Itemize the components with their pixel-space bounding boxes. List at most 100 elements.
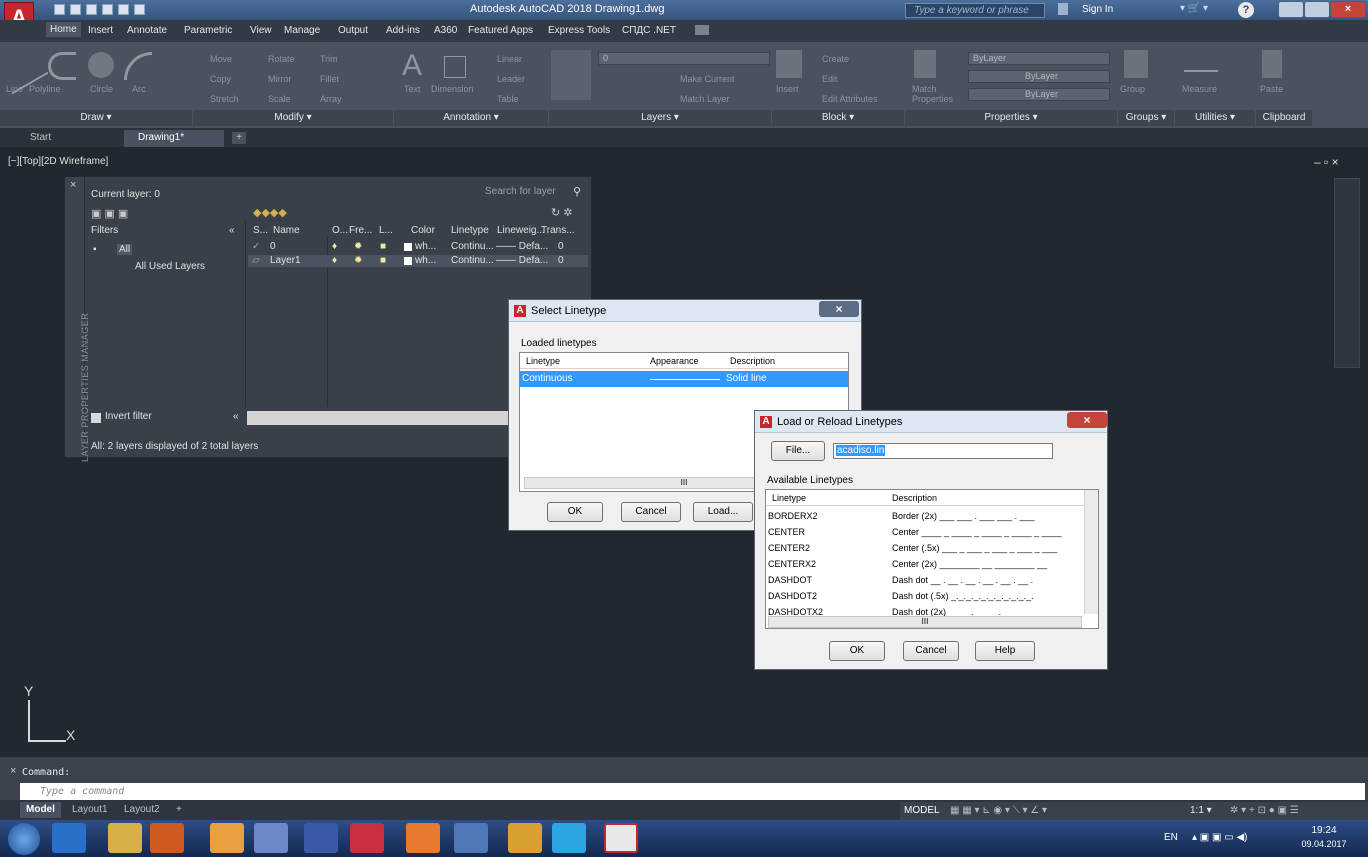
col-color[interactable]: Color xyxy=(411,225,435,236)
help-button[interactable]: Help xyxy=(975,641,1035,661)
list-item[interactable]: Continuous Solid line xyxy=(520,371,848,387)
circle-icon[interactable] xyxy=(88,52,114,78)
minimize-button[interactable] xyxy=(1278,1,1304,18)
panel-utilities[interactable]: Utilities ▾ xyxy=(1175,110,1255,126)
calculator-icon[interactable] xyxy=(454,823,488,853)
vertical-scrollbar[interactable] xyxy=(1084,490,1098,614)
file-name-field[interactable]: acadiso.lin xyxy=(833,443,1053,459)
sun-icon[interactable]: ✹ xyxy=(354,241,362,252)
autocad-taskbar-icon[interactable] xyxy=(604,823,638,853)
tab-spds-net[interactable]: СПДС .NET xyxy=(622,25,676,36)
sign-in-button[interactable]: Sign In xyxy=(1082,4,1113,15)
app15-icon[interactable] xyxy=(350,823,384,853)
list-item[interactable]: BORDERX2 Border (2x) ___ ___ . ___ ___ . … xyxy=(768,508,1078,524)
layer-linetype[interactable]: Continu... xyxy=(451,241,494,252)
annotation-scale[interactable]: 1:1 ▾ xyxy=(1190,805,1212,816)
make-current-button[interactable]: Make Current xyxy=(680,74,735,84)
panel-modify[interactable]: Modify ▾ xyxy=(193,110,393,126)
col-linetype[interactable]: Linetype xyxy=(451,225,489,236)
ok-button[interactable]: OK xyxy=(829,641,885,661)
tab-a360[interactable]: A360 xyxy=(434,25,457,36)
tab-add-ins[interactable]: Add-ins xyxy=(386,25,420,36)
linear-button[interactable]: Linear xyxy=(497,54,522,64)
table-row[interactable]: ▱ Layer1 ♦ ✹ ■ wh... Continu... —— Defa.… xyxy=(248,255,588,267)
col-name[interactable]: Name xyxy=(273,225,300,236)
tab-model[interactable]: Model xyxy=(20,802,61,818)
save-icon[interactable] xyxy=(86,4,97,15)
list-item[interactable]: DASHDOT2 Dash dot (.5x) _._._._._._._._._… xyxy=(768,588,1078,604)
new-filter-icons[interactable]: ▣ ▣ ▣ xyxy=(91,207,131,220)
chrome-icon[interactable] xyxy=(210,823,244,853)
fillet-button[interactable]: Fillet xyxy=(320,74,339,84)
lineweight-combo[interactable]: ByLayer xyxy=(968,88,1110,101)
cancel-button[interactable]: Cancel xyxy=(621,502,681,522)
search-input[interactable]: Type a keyword or phrase xyxy=(905,3,1045,18)
tab-start[interactable]: Start xyxy=(16,130,65,147)
panel-block[interactable]: Block ▾ xyxy=(772,110,904,126)
color-swatch[interactable] xyxy=(404,257,412,265)
ok-button[interactable]: OK xyxy=(547,502,603,522)
panel-layers[interactable]: Layers ▾ xyxy=(549,110,771,126)
scale-button[interactable]: Scale xyxy=(268,94,291,104)
trim-button[interactable]: Trim xyxy=(320,54,338,64)
match-properties-icon[interactable] xyxy=(914,50,936,78)
navigation-bar[interactable] xyxy=(1334,178,1360,368)
model-space-button[interactable]: MODEL xyxy=(904,805,940,816)
available-linetypes-list[interactable]: Linetype Description BORDERX2 Border (2x)… xyxy=(765,489,1099,629)
panel-properties[interactable]: Properties ▾ xyxy=(905,110,1117,126)
edit-block-button[interactable]: Edit xyxy=(822,74,838,84)
lock-icon[interactable]: ■ xyxy=(380,241,386,252)
layer-combo[interactable]: 0 xyxy=(598,52,770,65)
tray-icons[interactable]: ▴ ▣ ▣ ▭ ◀) xyxy=(1192,832,1248,843)
list-item[interactable]: DASHDOT Dash dot __ . __ . __ . __ . __ .… xyxy=(768,572,1078,588)
plot-icon[interactable] xyxy=(118,4,129,15)
panel-groups[interactable]: Groups ▾ xyxy=(1118,110,1174,126)
mirror-button[interactable]: Mirror xyxy=(268,74,292,84)
new-tab-icon[interactable]: + xyxy=(232,132,246,144)
ribbon-toggle-icon[interactable] xyxy=(695,25,709,35)
maximize-button[interactable] xyxy=(1304,1,1330,18)
collapse-icon[interactable]: « xyxy=(229,225,235,236)
new-icon[interactable] xyxy=(54,4,65,15)
viewport-window-controls[interactable]: – ▫ × xyxy=(1314,155,1339,169)
polyline-icon[interactable] xyxy=(48,52,76,80)
table-button[interactable]: Table xyxy=(497,94,519,104)
panel-draw[interactable]: Draw ▾ xyxy=(0,110,192,126)
layer-linetype[interactable]: Continu... xyxy=(451,255,494,266)
lock-icon[interactable]: ■ xyxy=(380,255,386,266)
cart-icon[interactable]: ▾ 🛒 ▾ xyxy=(1180,3,1230,17)
firefox-icon[interactable] xyxy=(406,823,440,853)
col-on[interactable]: O... xyxy=(332,225,348,236)
media-player-icon[interactable] xyxy=(150,823,184,853)
list-item[interactable]: CENTERX2 Center (2x) ________ __ ________… xyxy=(768,556,1078,572)
col-transparency[interactable]: Trans... xyxy=(541,225,575,236)
close-icon[interactable]: × xyxy=(70,179,76,191)
open-icon[interactable] xyxy=(70,4,81,15)
text-icon[interactable]: A xyxy=(402,50,426,82)
skype-icon[interactable] xyxy=(552,823,586,853)
grid-snap-icons[interactable]: ▦ ▦ ▾ ⊾ ◉ ▾ ⟍ ▾ ∠ ▾ xyxy=(950,805,1047,816)
paste-icon[interactable] xyxy=(1262,50,1282,78)
group-icon[interactable] xyxy=(1124,50,1148,78)
help-icon[interactable]: ? xyxy=(1238,2,1254,18)
tab-annotate[interactable]: Annotate xyxy=(127,25,167,36)
layer-transparency[interactable]: 0 xyxy=(558,255,564,266)
col-linetype[interactable]: Linetype xyxy=(526,356,560,366)
stretch-button[interactable]: Stretch xyxy=(210,94,239,104)
viewport-controls-label[interactable]: [−][Top][2D Wireframe] xyxy=(8,156,108,167)
layer-transparency[interactable]: 0 xyxy=(558,241,564,252)
color-combo[interactable]: ByLayer xyxy=(968,52,1110,65)
color-swatch[interactable] xyxy=(404,243,412,251)
load-button[interactable]: Load... xyxy=(693,502,753,522)
language-indicator[interactable]: EN xyxy=(1164,832,1178,843)
bulb-icon[interactable]: ♦ xyxy=(332,241,337,252)
col-appearance[interactable]: Appearance xyxy=(650,356,699,366)
command-input[interactable]: Type a command xyxy=(20,783,1365,800)
file-button[interactable]: File... xyxy=(771,441,825,461)
tab-insert[interactable]: Insert xyxy=(88,25,113,36)
sun-icon[interactable]: ✹ xyxy=(354,255,362,266)
tab-layout2[interactable]: Layout2 xyxy=(118,802,166,818)
create-block-button[interactable]: Create xyxy=(822,54,849,64)
measure-icon[interactable] xyxy=(1184,56,1218,72)
insert-block-icon[interactable] xyxy=(776,50,802,78)
